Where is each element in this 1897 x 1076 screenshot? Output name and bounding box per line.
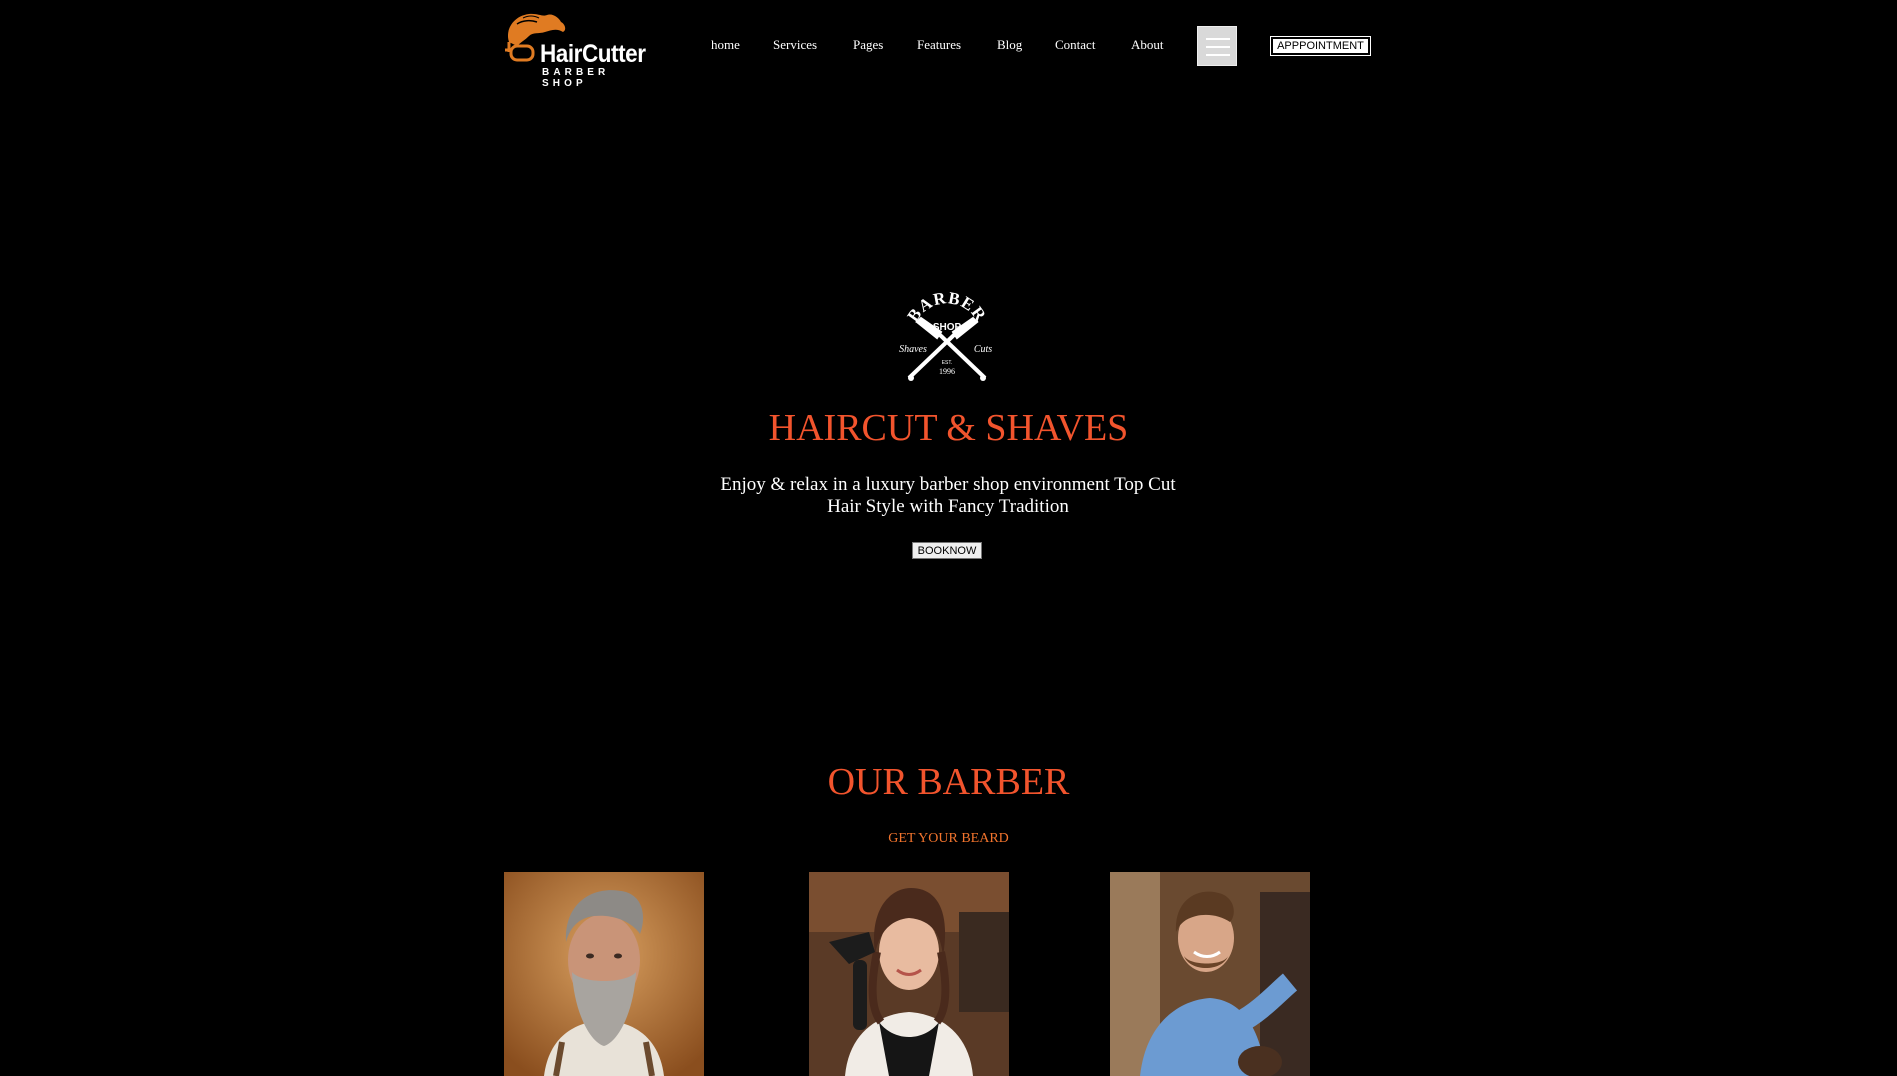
section-subtitle: GET YOUR BEARD (888, 831, 1009, 846)
hamburger-line (1206, 54, 1230, 56)
badge-top-text: BARBER (903, 288, 989, 325)
nav-features[interactable]: Features (917, 37, 961, 53)
appointment-button[interactable]: APPPOINTMENT (1270, 36, 1371, 56)
nav-blog[interactable]: Blog (997, 37, 1022, 53)
barber-shop-badge: BARBER SHOP Shaves Cuts EST. 1996 (893, 288, 1001, 386)
nav-contact[interactable]: Contact (1055, 37, 1095, 53)
crossed-razors-icon: BARBER SHOP Shaves Cuts EST. 1996 (899, 288, 992, 381)
section-title: OUR BARBER (827, 761, 1070, 803)
nav-pages[interactable]: Pages (853, 37, 883, 53)
book-now-button[interactable]: BOOKNOW (912, 542, 982, 559)
hero-description: Enjoy & relax in a luxury barber shop en… (720, 474, 1176, 517)
site-logo[interactable]: HairCutter BARBER SHOP (503, 12, 658, 89)
badge-left-text: Shaves (899, 344, 927, 355)
hamburger-line (1206, 46, 1230, 48)
site-header: HairCutter BARBER SHOP home Services Pag… (0, 0, 1897, 90)
nav-home[interactable]: home (711, 37, 740, 53)
bearded-barber-photo (504, 872, 704, 1076)
page: HairCutter BARBER SHOP home Services Pag… (0, 0, 1897, 1076)
hero-title: HAIRCUT & SHAVES (768, 407, 1129, 449)
nav-about[interactable]: About (1131, 37, 1164, 53)
female-stylist-photo (809, 872, 1009, 1076)
badge-est-text: EST. (942, 360, 953, 366)
hamburger-icon (1206, 38, 1230, 40)
badge-year-text: 1996 (939, 367, 955, 376)
menu-toggle-button[interactable] (1197, 26, 1237, 66)
nav-services[interactable]: Services (773, 37, 817, 53)
smiling-barber-photo (1110, 872, 1310, 1076)
logo-wordmark: HairCutter (540, 40, 646, 68)
svg-text:BARBER: BARBER (903, 292, 990, 325)
badge-right-text: Cuts (974, 344, 992, 355)
logo-tagline: BARBER SHOP (542, 67, 610, 89)
